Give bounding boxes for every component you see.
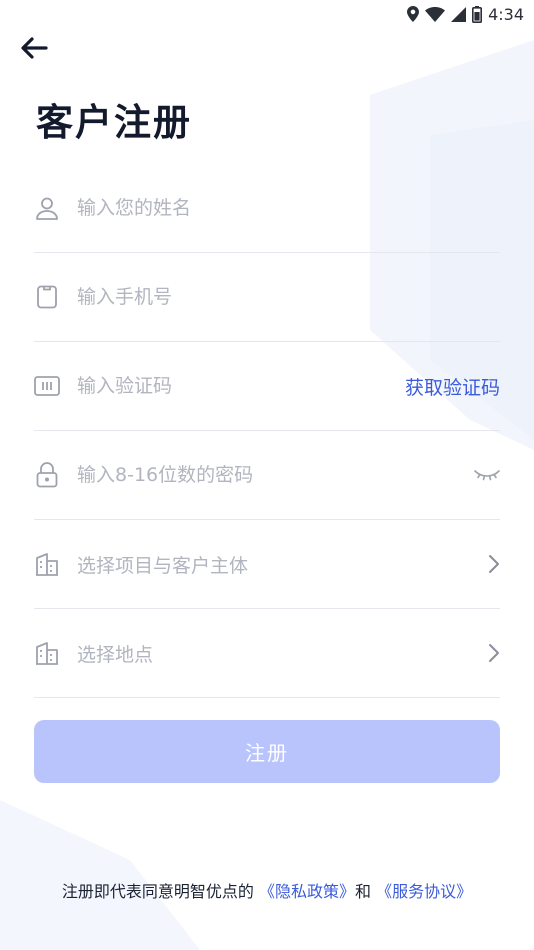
password-visibility-toggle[interactable] bbox=[474, 468, 500, 482]
register-button[interactable]: 注册 bbox=[34, 720, 500, 783]
phone-row bbox=[34, 253, 500, 342]
password-input[interactable] bbox=[77, 455, 474, 495]
password-row bbox=[34, 431, 500, 520]
location-icon bbox=[407, 6, 420, 22]
verification-code-icon bbox=[34, 373, 60, 399]
location-select-row[interactable]: 选择地点 bbox=[34, 609, 500, 698]
location-select-label: 选择地点 bbox=[77, 643, 154, 666]
code-row: 获取验证码 bbox=[34, 342, 500, 431]
back-button[interactable] bbox=[18, 32, 50, 64]
agreement-prefix: 注册即代表同意明智优点的 bbox=[61, 882, 254, 901]
eye-closed-icon bbox=[474, 470, 500, 481]
signal-icon bbox=[451, 6, 467, 22]
phone-input[interactable] bbox=[77, 277, 500, 317]
page-title: 客户注册 bbox=[36, 101, 192, 144]
wifi-icon bbox=[425, 6, 446, 22]
privacy-policy-link[interactable]: 《隐私政策》 bbox=[259, 882, 355, 901]
lock-icon bbox=[34, 462, 60, 488]
chevron-right-icon bbox=[488, 643, 500, 663]
code-input[interactable] bbox=[77, 366, 405, 406]
status-time: 4:34 bbox=[488, 4, 524, 24]
name-row bbox=[34, 164, 500, 253]
building-icon bbox=[34, 640, 60, 666]
chevron-right-icon bbox=[488, 554, 500, 574]
service-agreement-link[interactable]: 《服务协议》 bbox=[376, 882, 472, 901]
building-icon bbox=[34, 551, 60, 577]
user-icon bbox=[34, 195, 60, 221]
name-input[interactable] bbox=[77, 188, 500, 228]
agreement-text: 注册即代表同意明智优点的 《隐私政策》和 《服务协议》 bbox=[0, 878, 534, 902]
agreement-and: 和 bbox=[355, 882, 372, 901]
register-form: 获取验证码 选择项目与客户主体 选择地点 bbox=[34, 164, 500, 698]
battery-icon bbox=[472, 5, 483, 23]
phone-icon bbox=[34, 284, 60, 310]
arrow-left-icon bbox=[21, 37, 48, 59]
get-code-button[interactable]: 获取验证码 bbox=[405, 373, 500, 400]
status-bar: 4:34 bbox=[0, 0, 534, 28]
project-select-label: 选择项目与客户主体 bbox=[77, 554, 249, 577]
project-select-row[interactable]: 选择项目与客户主体 bbox=[34, 520, 500, 609]
